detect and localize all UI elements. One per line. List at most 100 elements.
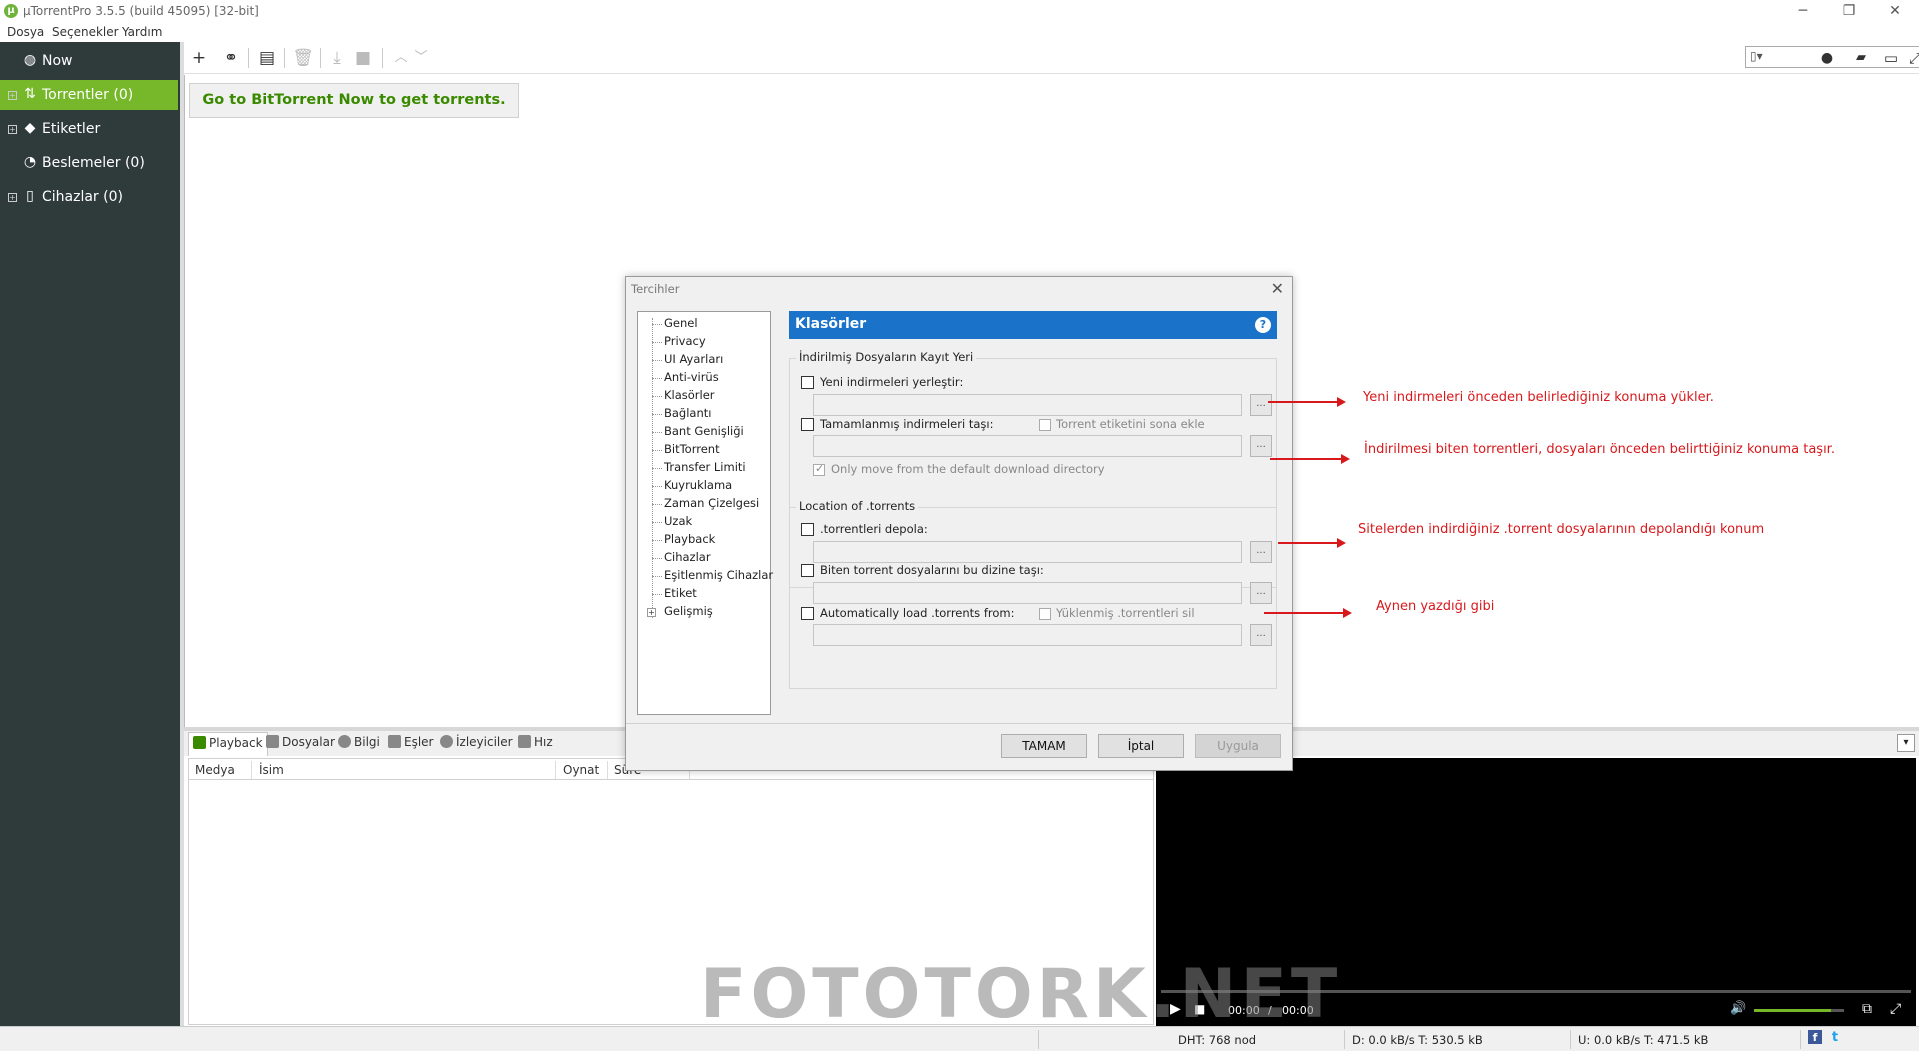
search-provider-icon[interactable]: ▯▾	[1750, 49, 1763, 63]
completed-path-input[interactable]	[813, 435, 1242, 457]
nav-esitlenmis-cihazlar[interactable]: Eşitlenmiş Cihazlar	[664, 568, 773, 582]
tab-peers[interactable]: Eşler	[388, 735, 433, 753]
rss-icon: ◔	[23, 154, 37, 170]
store-torrents-checkbox[interactable]	[801, 523, 814, 536]
tab-trackers[interactable]: İzleyiciler	[440, 735, 513, 753]
start-download-button[interactable]: ⤓	[326, 47, 348, 69]
move-completed-checkbox[interactable]	[801, 418, 814, 431]
autoload-path-input[interactable]	[813, 624, 1242, 646]
finished-path-input[interactable]	[813, 582, 1242, 604]
nav-uzak[interactable]: Uzak	[664, 514, 692, 528]
tag-icon: ◆	[24, 120, 36, 136]
nav-privacy[interactable]: Privacy	[664, 334, 706, 348]
new-downloads-checkbox[interactable]	[801, 376, 814, 389]
volume-icon[interactable]: 🔊	[1730, 1001, 1746, 1016]
nav-klasorler[interactable]: Klasörler	[664, 388, 715, 402]
twitter-icon[interactable]: t	[1828, 1030, 1842, 1045]
sidebar: ◍ Now + ⇅ Torrentler (0) + ◆ Etiketler ◔…	[0, 42, 180, 1026]
upload-status: U: 0.0 kB/s T: 471.5 kB	[1578, 1033, 1709, 1047]
apply-button[interactable]: Uygula	[1195, 734, 1281, 758]
nav-zaman-cizelgesi[interactable]: Zaman Çizelgesi	[664, 496, 759, 510]
volume-slider[interactable]	[1754, 1009, 1844, 1012]
menu-bar: Dosya Seçenekler Yardım	[0, 24, 1919, 42]
help-icon[interactable]: ?	[1255, 317, 1271, 333]
menu-secenekler[interactable]: Seçenekler	[52, 25, 119, 39]
maximize-button[interactable]: ❐	[1826, 0, 1872, 24]
close-button[interactable]: ✕	[1872, 0, 1918, 24]
stop-button[interactable]: ■	[352, 47, 374, 69]
move-finished-checkbox[interactable]	[801, 564, 814, 577]
tab-info[interactable]: Bilgi	[338, 735, 380, 753]
globe-icon: ◍	[23, 52, 37, 68]
browse-button[interactable]: ...	[1250, 435, 1272, 457]
tree-expand-icon[interactable]: +	[647, 608, 656, 617]
go-to-bittorrent-now-button[interactable]: Go to BitTorrent Now to get torrents.	[189, 83, 519, 118]
popout-icon[interactable]: ⧉	[1862, 1001, 1872, 1017]
add-torrent-button[interactable]: +	[188, 47, 210, 69]
autoload-checkbox[interactable]	[801, 607, 814, 620]
browse-button[interactable]: ...	[1250, 394, 1272, 416]
sidebar-item-label: Now	[42, 53, 73, 69]
fullscreen-icon[interactable]: ⤢	[1890, 1001, 1901, 1017]
expand-icon[interactable]: +	[8, 91, 17, 100]
append-label-checkbox[interactable]	[1039, 419, 1051, 431]
browse-button[interactable]: ...	[1250, 582, 1272, 604]
sidebar-item-now[interactable]: ◍ Now	[0, 46, 178, 76]
tab-files[interactable]: Dosyalar	[266, 735, 335, 753]
tab-playback[interactable]: Playback	[188, 732, 268, 756]
sidebar-item-devices[interactable]: + ▯ Cihazlar (0)	[0, 182, 178, 212]
browse-button[interactable]: ...	[1250, 541, 1272, 563]
only-default-checkbox[interactable]	[813, 462, 825, 476]
sidebar-item-label: Etiketler	[42, 121, 101, 137]
nav-gelismis[interactable]: Gelişmiş	[664, 604, 713, 618]
menu-dosya[interactable]: Dosya	[7, 25, 44, 39]
expand-icon[interactable]: +	[8, 193, 17, 202]
menu-yardim[interactable]: Yardım	[122, 25, 162, 39]
chat-icon[interactable]: ▰	[1850, 47, 1872, 69]
move-completed-label: Tamamlanmış indirmeleri taşı:	[820, 417, 994, 431]
bulb-icon[interactable]: ●	[1816, 47, 1838, 69]
cancel-button[interactable]: İptal	[1098, 734, 1184, 758]
sidebar-item-feeds[interactable]: ◔ Beslemeler (0)	[0, 148, 178, 178]
annotation-text: Aynen yazdığı gibi	[1376, 599, 1495, 614]
column-play[interactable]: Oynat	[563, 763, 599, 777]
delete-button[interactable]: 🗑	[292, 47, 314, 69]
delete-loaded-checkbox[interactable]	[1039, 608, 1051, 620]
expand-icon[interactable]: ⤢	[1904, 47, 1919, 69]
nav-bittorrent[interactable]: BitTorrent	[664, 442, 720, 456]
store-torrents-path-input[interactable]	[813, 541, 1242, 563]
nav-genel[interactable]: Genel	[664, 316, 698, 330]
nav-kuyruklama[interactable]: Kuyruklama	[664, 478, 732, 492]
add-link-button[interactable]: ⚭	[220, 47, 242, 69]
nav-etiket[interactable]: Etiket	[664, 586, 697, 600]
create-torrent-button[interactable]: ▤	[256, 47, 278, 69]
monitor-icon[interactable]: ▭	[1880, 47, 1902, 69]
nav-bant-genisligi[interactable]: Bant Genişliği	[664, 424, 744, 438]
nav-ui-ayarlari[interactable]: UI Ayarları	[664, 352, 723, 366]
browse-button[interactable]: ...	[1250, 624, 1272, 646]
collapse-icon[interactable]: ▾	[1897, 734, 1915, 752]
column-name[interactable]: İsim	[259, 763, 284, 777]
nav-anti-virus[interactable]: Anti-virüs	[664, 370, 719, 384]
dialog-close-icon[interactable]: ✕	[1271, 279, 1284, 298]
move-up-button[interactable]: ︿	[390, 47, 412, 69]
column-media[interactable]: Medya	[195, 763, 235, 777]
nav-transfer-limiti[interactable]: Transfer Limiti	[664, 460, 746, 474]
new-downloads-path-input[interactable]	[813, 394, 1242, 416]
move-down-button[interactable]: ﹀	[410, 47, 432, 69]
sidebar-item-labels[interactable]: + ◆ Etiketler	[0, 114, 178, 144]
nav-baglanti[interactable]: Bağlantı	[664, 406, 711, 420]
speed-chart-icon	[518, 735, 531, 748]
nav-playback[interactable]: Playback	[664, 532, 715, 546]
preferences-nav-tree: Genel Privacy UI Ayarları Anti-virüs Kla…	[637, 311, 773, 715]
nav-cihazlar[interactable]: Cihazlar	[664, 550, 711, 564]
sidebar-item-torrents[interactable]: + ⇅ Torrentler (0)	[0, 80, 178, 110]
phone-icon: ▯	[26, 188, 34, 204]
append-label-label: Torrent etiketini sona ekle	[1056, 417, 1205, 431]
annotation-arrow	[1268, 397, 1346, 407]
tab-speed[interactable]: Hız	[518, 735, 553, 753]
expand-icon[interactable]: +	[8, 125, 17, 134]
minimize-button[interactable]: ─	[1780, 0, 1826, 24]
ok-button[interactable]: TAMAM	[1001, 734, 1087, 758]
facebook-icon[interactable]: f	[1808, 1030, 1822, 1044]
